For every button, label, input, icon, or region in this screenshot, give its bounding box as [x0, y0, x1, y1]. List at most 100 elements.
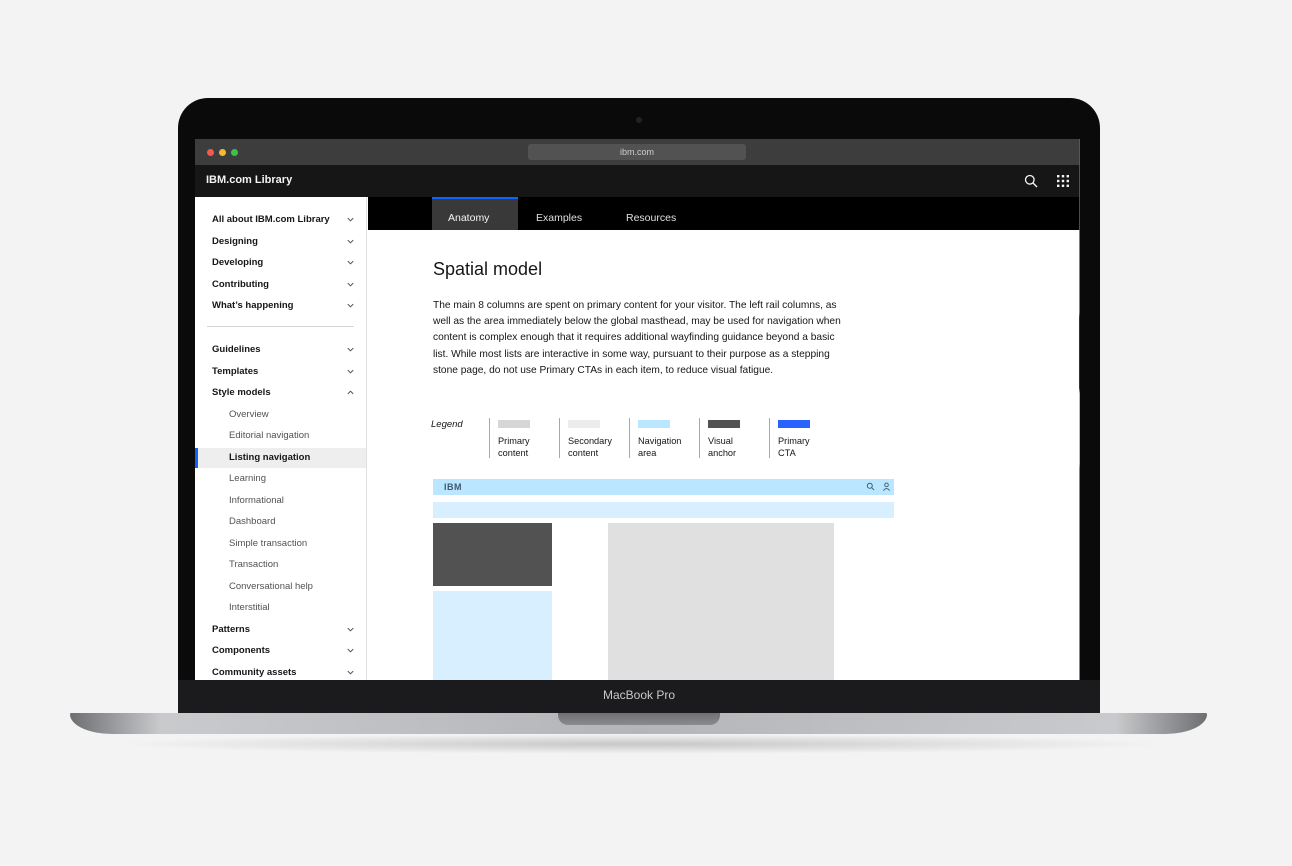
tab-bar: Anatomy Examples Resources [368, 197, 1080, 230]
chevron-down-icon [347, 347, 354, 352]
legend-item-primary-content: Primary content [489, 418, 530, 458]
tab-examples[interactable]: Examples [536, 197, 582, 230]
sidebar-item-label: All about IBM.com Library [212, 214, 330, 225]
sidebar-item-label: Templates [212, 366, 259, 377]
legend-swatch [638, 420, 670, 428]
close-window-button[interactable] [207, 149, 214, 156]
sidebar-item-listing-navigation[interactable]: Listing navigation [195, 448, 366, 468]
sidebar-item-label: Learning [229, 473, 266, 484]
screen-edge [1079, 139, 1080, 680]
legend-label: Primary content [498, 436, 530, 458]
minimize-window-button[interactable] [219, 149, 226, 156]
maximize-window-button[interactable] [231, 149, 238, 156]
sidebar-item-whats-happening[interactable]: What’s happening [195, 296, 366, 316]
sidebar-item-label: Developing [212, 257, 264, 268]
chevron-down-icon [347, 648, 354, 653]
search-icon[interactable] [1024, 174, 1038, 188]
chevron-down-icon [347, 627, 354, 632]
sidebar-item-contributing[interactable]: Contributing [195, 275, 366, 295]
laptop-notch [558, 713, 720, 725]
left-nav: All about IBM.com Library Designing Deve… [195, 197, 367, 680]
sidebar-item-label: What’s happening [212, 300, 294, 311]
wireframe-primary-content [608, 523, 834, 680]
tab-anatomy[interactable]: Anatomy [432, 197, 518, 230]
sidebar-item-templates[interactable]: Templates [195, 362, 366, 382]
sidebar-item-label: Style models [212, 387, 271, 398]
sidebar-item-style-models[interactable]: Style models [195, 383, 366, 403]
sidebar-item-label: Contributing [212, 279, 269, 290]
legend-item-secondary-content: Secondary content [559, 418, 612, 458]
sidebar-item-label: Designing [212, 236, 258, 247]
camera-icon [636, 117, 642, 123]
sidebar-item-label: Patterns [212, 624, 251, 635]
masthead: IBM.com Library [195, 165, 1080, 197]
wireframe-masthead: IBM [433, 479, 894, 495]
legend-label: Visual anchor [708, 436, 737, 458]
sidebar-item-patterns[interactable]: Patterns [195, 620, 366, 640]
sidebar-item-learning[interactable]: Learning [195, 469, 366, 489]
legend-title: Legend [431, 419, 463, 430]
user-icon [882, 482, 891, 491]
sidebar-item-editorial-navigation[interactable]: Editorial navigation [195, 426, 366, 446]
chevron-down-icon [347, 369, 354, 374]
legend-label: Primary CTA [778, 436, 810, 458]
site-brand[interactable]: IBM.com Library [206, 174, 292, 186]
sidebar-item-all-about[interactable]: All about IBM.com Library [195, 210, 366, 230]
chevron-down-icon [347, 282, 354, 287]
tab-resources[interactable]: Resources [626, 197, 676, 230]
chevron-down-icon [347, 260, 354, 265]
sidebar-item-conversational-help[interactable]: Conversational help [195, 577, 366, 597]
chevron-down-icon [347, 303, 354, 308]
sidebar-divider [207, 326, 354, 327]
screen: ibm.com IBM.com Library All about IBM.co… [195, 139, 1080, 680]
sidebar-item-simple-transaction[interactable]: Simple transaction [195, 534, 366, 554]
legend-swatch [498, 420, 530, 428]
chevron-down-icon [347, 239, 354, 244]
sidebar-item-dashboard[interactable]: Dashboard [195, 512, 366, 532]
legend-item-primary-cta: Primary CTA [769, 418, 810, 458]
sidebar-item-label: Transaction [229, 559, 279, 570]
sidebar-item-label: Editorial navigation [229, 430, 310, 441]
address-bar[interactable]: ibm.com [528, 144, 746, 160]
wireframe-navigation-area [433, 502, 894, 518]
main-content: Anatomy Examples Resources Spatial model… [368, 197, 1080, 680]
legend-label: Secondary content [568, 436, 612, 458]
legend-swatch [568, 420, 600, 428]
sidebar-item-label: Dashboard [229, 516, 276, 527]
sidebar-item-guidelines[interactable]: Guidelines [195, 340, 366, 360]
search-icon [866, 482, 875, 491]
sidebar-item-label: Components [212, 645, 271, 656]
chevron-down-icon [347, 217, 354, 222]
sidebar-item-transaction[interactable]: Transaction [195, 555, 366, 575]
sidebar-item-label: Conversational help [229, 581, 313, 592]
sidebar-item-community-assets[interactable]: Community assets [195, 663, 366, 680]
laptop-shadow [110, 734, 1170, 754]
sidebar-item-overview[interactable]: Overview [195, 405, 366, 425]
sidebar-item-designing[interactable]: Designing [195, 232, 366, 252]
sidebar-item-informational[interactable]: Informational [195, 491, 366, 511]
device-label: MacBook Pro [602, 688, 676, 702]
sidebar-item-interstitial[interactable]: Interstitial [195, 598, 366, 618]
app-switcher-icon[interactable] [1057, 175, 1069, 187]
legend-swatch [778, 420, 810, 428]
wireframe-logo: IBM [444, 482, 462, 492]
sidebar-item-label: Simple transaction [229, 538, 308, 549]
page-title: Spatial model [433, 259, 543, 279]
wireframe-left-navigation [433, 591, 552, 680]
wireframe-visual-anchor [433, 523, 552, 586]
chevron-up-icon [347, 390, 354, 395]
chevron-down-icon [347, 670, 354, 675]
sidebar-item-developing[interactable]: Developing [195, 253, 366, 273]
spatial-model-wireframe: IBM [433, 479, 894, 680]
browser-chrome: ibm.com [195, 139, 1080, 165]
legend-swatch [708, 420, 740, 428]
sidebar-item-label: Guidelines [212, 344, 261, 355]
sidebar-item-components[interactable]: Components [195, 641, 366, 661]
page-body: All about IBM.com Library Designing Deve… [195, 197, 1080, 680]
intro-paragraph: The main 8 columns are spent on primary … [433, 300, 841, 376]
sidebar-item-label: Listing navigation [229, 452, 311, 463]
sidebar-item-label: Community assets [212, 667, 297, 678]
legend-item-navigation-area: Navigation area [629, 418, 681, 458]
sidebar-item-label: Overview [229, 409, 269, 420]
sidebar-item-label: Interstitial [229, 602, 270, 613]
